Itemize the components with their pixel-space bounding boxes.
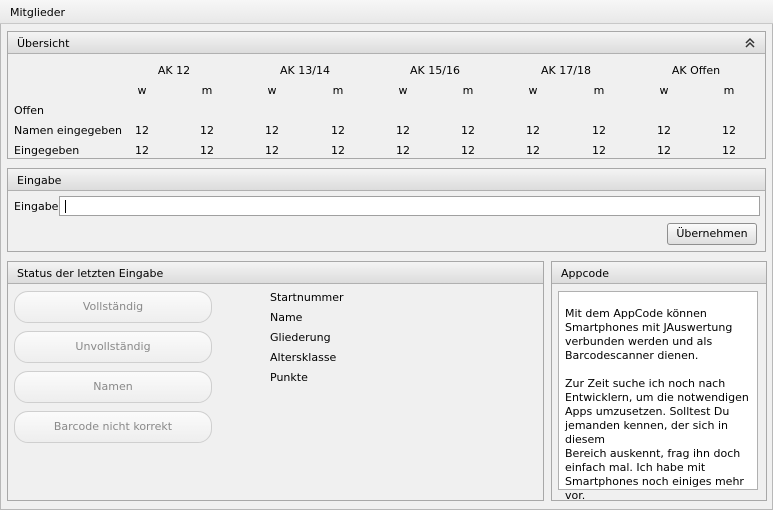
status-panel: Status der letzten Eingabe Vollständig U… <box>7 261 544 501</box>
window-title-bar: Mitglieder <box>0 0 773 24</box>
cell-value: 12 <box>722 144 736 157</box>
entry-header: Eingabe <box>8 169 765 191</box>
cell-value: 12 <box>592 124 606 137</box>
row-label-eingegeben: Eingegeben <box>14 144 80 157</box>
group-header: AK 13/14 <box>280 64 330 77</box>
row-label-offen: Offen <box>14 104 44 117</box>
cell-value: 12 <box>135 124 149 137</box>
appcode-panel: Appcode Mit dem AppCode können Smartphon… <box>551 261 767 502</box>
appcode-description: Mit dem AppCode können Smartphones mit J… <box>558 291 758 502</box>
status-names-button[interactable]: Namen <box>14 371 212 403</box>
field-start-number: Startnummer <box>270 291 344 304</box>
sub-header-m: m <box>723 84 735 97</box>
sub-header-w: w <box>267 84 277 97</box>
overview-title: Übersicht <box>17 37 70 50</box>
cell-value: 12 <box>331 144 345 157</box>
sub-header-m: m <box>201 84 213 97</box>
cell-value: 12 <box>331 124 345 137</box>
cell-value: 12 <box>526 144 540 157</box>
overview-panel: Übersicht AK 12 AK 13/14 AK 15/16 AK 17/… <box>7 31 766 159</box>
field-name: Name <box>270 311 303 324</box>
cell-value: 12 <box>461 124 475 137</box>
cell-value: 12 <box>200 144 214 157</box>
appcode-header: Appcode <box>552 262 766 284</box>
group-header: AK 15/16 <box>410 64 460 77</box>
overview-header[interactable]: Übersicht <box>8 32 765 54</box>
cell-value: 12 <box>657 144 671 157</box>
cell-value: 12 <box>722 124 736 137</box>
field-club: Gliederung <box>270 331 331 344</box>
cell-value: 12 <box>592 144 606 157</box>
cell-value: 12 <box>265 124 279 137</box>
status-header: Status der letzten Eingabe <box>8 262 543 284</box>
status-incomplete-button[interactable]: Unvollständig <box>14 331 212 363</box>
status-barcode-invalid-button[interactable]: Barcode nicht korrekt <box>14 411 212 443</box>
cell-value: 12 <box>200 124 214 137</box>
group-header: AK 12 <box>157 64 191 77</box>
cell-value: 12 <box>265 144 279 157</box>
cell-value: 12 <box>526 124 540 137</box>
sub-header-w: w <box>398 84 408 97</box>
cell-value: 12 <box>135 144 149 157</box>
window-title: Mitglieder <box>10 6 65 19</box>
cell-value: 12 <box>396 124 410 137</box>
status-complete-button[interactable]: Vollständig <box>14 291 212 323</box>
sub-header-m: m <box>462 84 474 97</box>
field-age-class: Altersklasse <box>270 351 337 364</box>
entry-input[interactable] <box>59 196 760 216</box>
entry-label: Eingabe <box>14 200 59 213</box>
group-header: AK 17/18 <box>541 64 591 77</box>
field-points: Punkte <box>270 371 308 384</box>
text-cursor <box>65 200 66 213</box>
cell-value: 12 <box>461 144 475 157</box>
entry-title: Eingabe <box>17 174 62 187</box>
status-title: Status der letzten Eingabe <box>17 267 164 280</box>
appcode-title: Appcode <box>561 267 610 280</box>
entry-panel: Eingabe Eingabe Übernehmen <box>7 168 766 252</box>
sub-header-w: w <box>137 84 147 97</box>
collapse-icon[interactable] <box>743 36 757 50</box>
sub-header-m: m <box>593 84 605 97</box>
cell-value: 12 <box>396 144 410 157</box>
row-label-namen: Namen eingegeben <box>14 124 122 137</box>
cell-value: 12 <box>657 124 671 137</box>
sub-header-m: m <box>332 84 344 97</box>
apply-button[interactable]: Übernehmen <box>667 223 757 245</box>
group-header: AK Offen <box>671 64 721 77</box>
sub-header-w: w <box>528 84 538 97</box>
sub-header-w: w <box>659 84 669 97</box>
